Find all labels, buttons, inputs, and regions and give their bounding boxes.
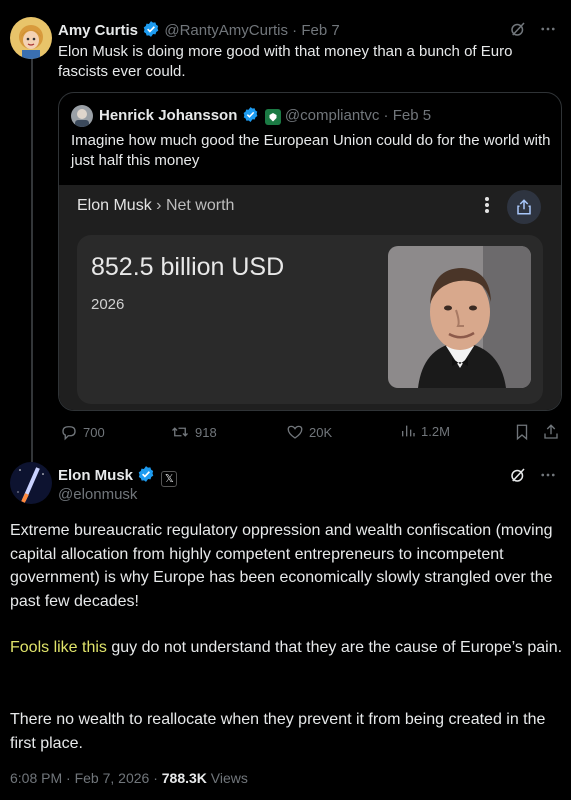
- tweet-action-bar: 700 918 20K 1.2M: [58, 423, 563, 443]
- more-icon[interactable]: [539, 466, 557, 489]
- net-worth-year: 2026: [91, 296, 125, 313]
- tweet-top-actions: [509, 20, 557, 43]
- repost-button[interactable]: 918: [170, 423, 217, 441]
- embed-title-name: Elon Musk: [77, 197, 152, 214]
- author-name[interactable]: Amy Curtis: [58, 22, 138, 39]
- share-button[interactable]: [542, 423, 560, 441]
- avatar[interactable]: [10, 462, 52, 504]
- affiliate-badge-icon: [264, 109, 281, 125]
- net-worth-value: 852.5 billion USD: [91, 253, 285, 281]
- embed-title-separator: ›: [156, 197, 162, 214]
- x-affiliate-icon: 𝕏: [161, 470, 178, 487]
- dot-separator: ·: [292, 22, 298, 39]
- tweet-text: Elon Musk is doing more good with that m…: [58, 43, 513, 80]
- grok-icon[interactable]: [509, 20, 527, 43]
- views-label: Views: [206, 770, 248, 786]
- quote-author-name[interactable]: Henrick Johansson: [99, 107, 237, 124]
- quote-author-handle[interactable]: @compliantvc: [285, 107, 379, 124]
- views-icon: [402, 425, 415, 437]
- tweet-paragraph: Fools like this guy do not understand th…: [10, 636, 565, 660]
- avatar[interactable]: [71, 105, 93, 127]
- avatar[interactable]: [10, 17, 52, 59]
- more-icon[interactable]: [539, 20, 557, 43]
- repost-icon: [172, 427, 188, 437]
- tweet-date[interactable]: Feb 7: [301, 22, 339, 39]
- like-button[interactable]: 20K: [286, 423, 332, 441]
- tweet-paragraph: There no wealth to reallocate when they …: [10, 711, 546, 752]
- dot-separator: ·: [383, 107, 389, 124]
- reply-icon: [62, 426, 76, 441]
- quoted-tweet[interactable]: Henrick Johansson @compliantvc · Feb 5 I…: [58, 92, 562, 411]
- share-icon: [507, 190, 541, 224]
- reply-count: 700: [83, 424, 105, 440]
- author-handle[interactable]: @elonmusk: [58, 486, 137, 503]
- thread-connector-line: [31, 58, 33, 462]
- share-icon: [544, 424, 558, 439]
- tweet-timestamp[interactable]: 6:08 PM · Feb 7, 2026 ·: [10, 770, 162, 786]
- views-count: 788.3K: [161, 770, 207, 786]
- quote-date[interactable]: Feb 5: [393, 107, 431, 124]
- tweet-metadata: 6:08 PM · Feb 7, 2026 · 788.3K Views: [10, 770, 248, 786]
- embed-title: Elon Musk › Net worth: [77, 197, 234, 215]
- tweet-paragraph: Extreme bureaucratic regulatory oppressi…: [10, 522, 553, 610]
- paragraph-text: guy do not understand that they are the …: [106, 639, 563, 656]
- verified-icon: [242, 106, 259, 127]
- bookmark-icon: [516, 424, 528, 441]
- quote-text: Imagine how much good the European Union…: [71, 132, 551, 169]
- verified-icon: [142, 20, 160, 42]
- grok-icon[interactable]: [509, 466, 527, 489]
- tweet-top-actions: [509, 466, 557, 489]
- views-button[interactable]: 1.2M: [400, 423, 450, 439]
- verified-icon: [137, 465, 155, 487]
- embed-title-section: Net worth: [165, 197, 235, 214]
- repost-count: 918: [195, 424, 217, 440]
- author-name[interactable]: Elon Musk: [58, 467, 133, 484]
- like-icon: [287, 425, 303, 439]
- kebab-menu-icon: [484, 195, 490, 220]
- highlighted-text: Fools like this: [10, 639, 107, 656]
- views-count: 1.2M: [421, 423, 450, 439]
- like-count: 20K: [309, 424, 333, 440]
- portrait-photo: [388, 246, 531, 388]
- quote-media-image[interactable]: Elon Musk › Net worth 852.5 billion USD …: [59, 185, 561, 410]
- quote-header: Henrick Johansson @compliantvc · Feb 5: [99, 106, 431, 127]
- author-handle[interactable]: @RantyAmyCurtis: [164, 22, 288, 39]
- tweet-header: Elon Musk 𝕏: [58, 465, 178, 487]
- tweet-header: Amy Curtis @RantyAmyCurtis · Feb 7: [58, 20, 340, 42]
- reply-button[interactable]: 700: [60, 423, 105, 441]
- bookmark-button[interactable]: [514, 423, 530, 441]
- net-worth-card: 852.5 billion USD 2026: [77, 235, 543, 404]
